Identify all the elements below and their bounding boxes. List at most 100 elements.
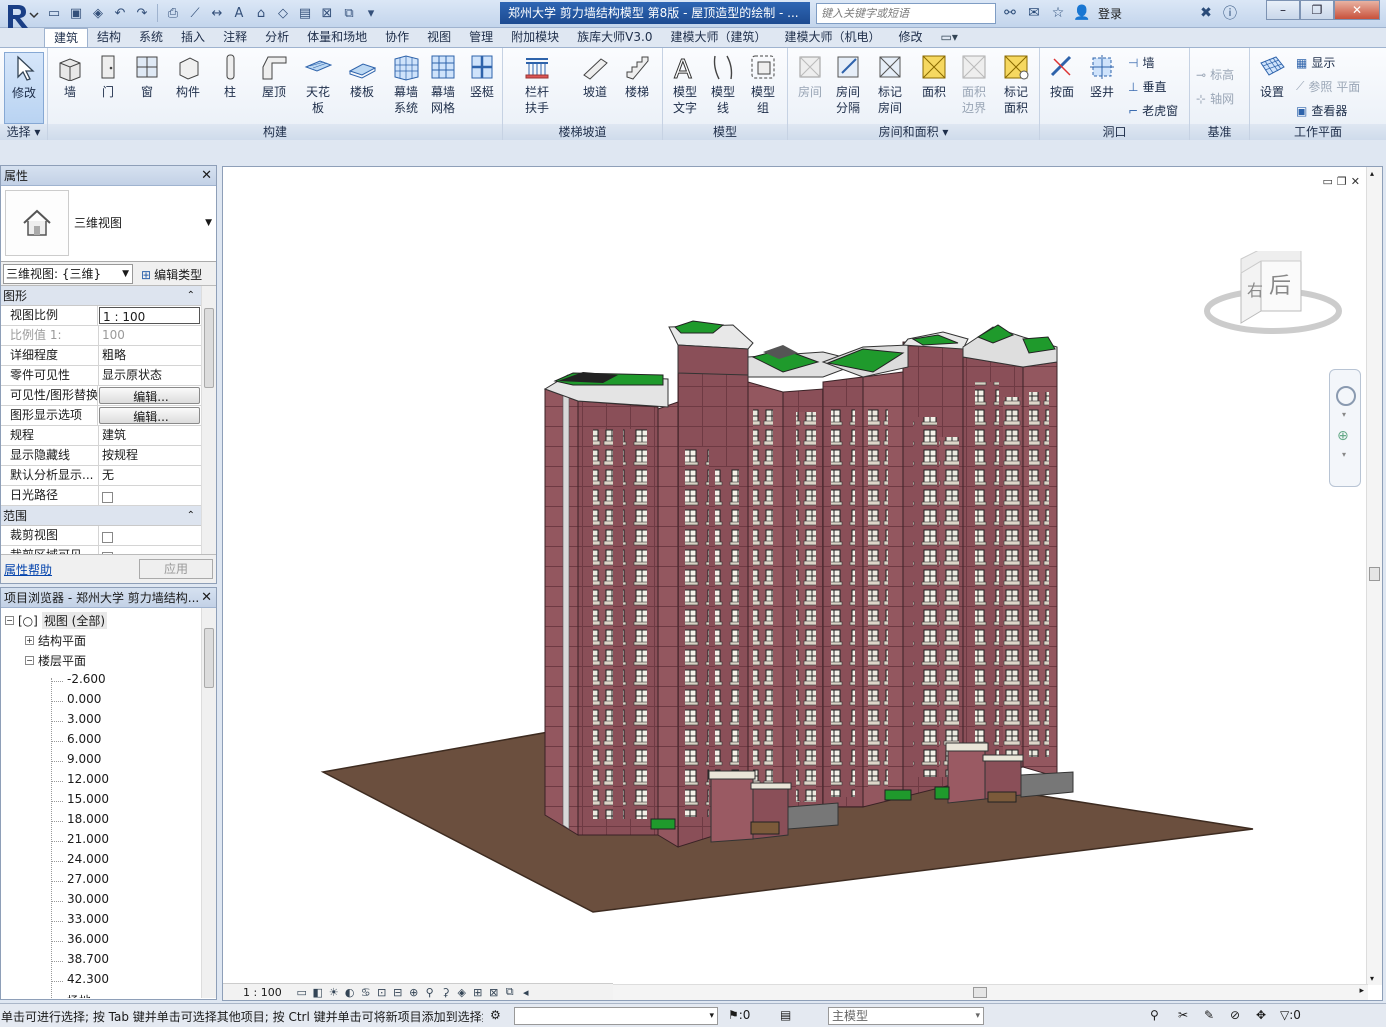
tab-4[interactable]: 注释 <box>214 28 256 48</box>
reveal-hidden-icon[interactable]: ⚳ <box>438 986 454 999</box>
tree-leaf-level[interactable]: 12.000 <box>67 772 109 786</box>
close-properties-icon[interactable]: ✕ <box>201 166 212 186</box>
ref-plane-button[interactable]: ⟋ 参照 平面 <box>1296 78 1360 95</box>
properties-help-link[interactable]: 属性帮助 <box>4 561 52 578</box>
tab-3[interactable]: 插入 <box>172 28 214 48</box>
tree-leaf-level[interactable]: 42.300 <box>67 972 109 986</box>
group-room-area-label[interactable]: 房间和面积 ▾ <box>788 124 1039 140</box>
tab-6[interactable]: 体量和场地 <box>298 28 376 48</box>
ribbon-button-circulation-0[interactable]: 栏杆扶手 <box>517 52 557 116</box>
group-select-label[interactable]: 选择 ▾ <box>0 124 47 140</box>
select-pinned-icon[interactable]: ✎ <box>1204 1008 1214 1022</box>
drag-elements-icon[interactable]: ✥ <box>1256 1008 1266 1022</box>
lock-3d-icon[interactable]: ⊕ <box>406 986 422 999</box>
tree-node-views[interactable]: − [○] 视图 (全部) <box>5 612 108 629</box>
scroll-right-icon[interactable]: ▸ <box>1359 986 1364 996</box>
ribbon-button-build-6[interactable]: 天花板 <box>298 52 338 116</box>
qat-dropdown-icon[interactable]: ▾ <box>361 3 381 23</box>
tab-14[interactable]: 修改 <box>890 28 932 48</box>
help-icon[interactable]: ⓘ <box>1220 4 1240 22</box>
property-value[interactable]: 粗略 <box>99 346 201 365</box>
ribbon-button-build-2[interactable]: 窗 <box>127 52 167 100</box>
save-icon[interactable]: ▣ <box>66 3 86 23</box>
redo-icon[interactable]: ↷ <box>132 3 152 23</box>
minimize-button[interactable]: – <box>1266 0 1300 20</box>
analysis-icon[interactable]: ◈ <box>454 986 470 999</box>
help-search-input[interactable]: 键入关键字或短语 <box>816 3 996 24</box>
tree-leaf-level[interactable]: 0.000 <box>67 692 101 706</box>
filter-icon[interactable]: ▽:0 <box>1280 1008 1301 1022</box>
modify-button[interactable]: 修改 <box>4 52 44 124</box>
horizontal-scroll-thumb[interactable] <box>973 987 987 998</box>
close-browser-icon[interactable]: ✕ <box>201 588 212 608</box>
property-value[interactable]: 建筑 <box>99 426 201 445</box>
tree-leaf-level[interactable]: 33.000 <box>67 912 109 926</box>
zoom-region-icon[interactable]: ⊕ <box>1337 428 1349 444</box>
sun-path-icon[interactable]: ☀ <box>326 986 342 999</box>
undo-icon[interactable]: ↶ <box>110 3 130 23</box>
view-scale[interactable]: 1 : 100 <box>223 986 294 999</box>
ribbon-button-room_area-3[interactable]: 面积 <box>914 52 954 100</box>
restore-button[interactable]: ❐ <box>1300 0 1334 20</box>
apply-button[interactable]: 应用 <box>139 559 213 579</box>
edit-type-button[interactable]: ⊞ 编辑类型 <box>141 266 202 283</box>
ribbon-button-room_area-2[interactable]: 标记房间 <box>870 52 910 116</box>
ribbon-button-model-2[interactable]: 模型组 <box>743 52 783 116</box>
ribbon-button-room_area-0[interactable]: 房间 <box>790 52 830 100</box>
tree-leaf-level[interactable]: 36.000 <box>67 932 109 946</box>
tree-leaf-level[interactable]: 15.000 <box>67 792 109 806</box>
checkbox[interactable] <box>102 531 113 543</box>
ribbon-button-build-4[interactable]: 柱 <box>210 52 250 100</box>
category-extents[interactable]: 范围 ⌃ <box>1 506 201 526</box>
property-value[interactable]: 编辑... <box>99 407 200 424</box>
open-icon[interactable]: ▭ <box>44 3 64 23</box>
tree-leaf-level[interactable]: 30.000 <box>67 892 109 906</box>
ribbon-button-model-0[interactable]: A 模型文字 <box>665 52 705 116</box>
crop-view-icon[interactable]: ⊡ <box>374 986 390 999</box>
chevron-down-icon[interactable]: ▾ <box>1342 450 1346 459</box>
sun-path-checkbox[interactable] <box>102 491 113 503</box>
sync-icon[interactable]: ◈ <box>88 3 108 23</box>
tab-overflow-icon[interactable]: ▭▾ <box>932 28 967 48</box>
minimize-view-icon[interactable]: ▭ <box>1323 175 1333 188</box>
viewport-vertical-scrollbar[interactable]: ▴ ▾ <box>1366 167 1382 985</box>
tree-leaf-level[interactable]: 24.000 <box>67 852 109 866</box>
shadows-icon[interactable]: ◐ <box>342 986 358 999</box>
scroll-down-icon[interactable]: ▾ <box>1370 974 1374 983</box>
opening-vertical-button[interactable]: ⊥ 垂直 <box>1128 78 1166 95</box>
tab-0[interactable]: 建筑 <box>44 28 89 49</box>
close-button[interactable]: ✕ <box>1334 0 1380 20</box>
highlight-icon[interactable]: ⊞ <box>470 986 486 999</box>
tree-leaf-level[interactable]: 27.000 <box>67 872 109 886</box>
ribbon-button-opening-1[interactable]: 竖井 <box>1082 52 1122 100</box>
viewcube[interactable]: 右 后 <box>1201 248 1351 341</box>
ribbon-button-build-1[interactable]: 门 <box>88 52 128 100</box>
tree-leaf-level[interactable]: 21.000 <box>67 832 109 846</box>
text-icon[interactable]: A <box>229 3 249 23</box>
tab-12[interactable]: 建模大师（建筑） <box>661 28 775 48</box>
ribbon-button-circulation-2[interactable]: 楼梯 <box>617 52 657 100</box>
type-dropdown-icon[interactable]: ▼ <box>205 218 212 228</box>
tab-11[interactable]: 族库大师V3.0 <box>568 28 661 48</box>
viewport-horizontal-scrollbar[interactable]: ▸ <box>613 984 1368 1000</box>
type-selector[interactable]: 三维视图 ▼ <box>1 186 216 262</box>
favorites-star-icon[interactable]: ☆ <box>1048 4 1068 22</box>
worksharing-icon[interactable]: ⧉ <box>502 985 518 999</box>
binoculars-icon[interactable]: ⚯ <box>1000 4 1020 22</box>
exchange-icon[interactable]: ✖ <box>1196 4 1216 22</box>
category-graphics[interactable]: 图形 ⌃ <box>1 286 201 306</box>
viewer-button[interactable]: ▣ 查看器 <box>1296 102 1347 119</box>
tab-7[interactable]: 协作 <box>376 28 418 48</box>
ribbon-button-opening-0[interactable]: 按面 <box>1042 52 1082 100</box>
select-links-icon[interactable]: ⚲ <box>1150 1008 1159 1022</box>
property-value[interactable]: 按规程 <box>99 446 201 465</box>
set-workplane-button[interactable]: 设置 <box>1252 52 1292 100</box>
properties-scrollbar[interactable] <box>201 286 216 554</box>
tab-13[interactable]: 建模大师（机电） <box>775 28 889 48</box>
browser-scrollbar[interactable] <box>201 608 216 998</box>
property-value[interactable]: 1 : 100 <box>99 307 200 324</box>
property-value[interactable]: 编辑... <box>99 387 200 404</box>
worksets-icon[interactable]: ⚙ <box>490 1008 501 1022</box>
constraints-icon[interactable]: ⊠ <box>486 986 502 999</box>
3d-viewport[interactable]: ▭ ❐ ✕ 右 后 ▾ ⊕ ▾ ▴ ▾ 1 : 100 ▭ ◧ ☀ ◐ ♋ ⊡ … <box>222 166 1383 1001</box>
